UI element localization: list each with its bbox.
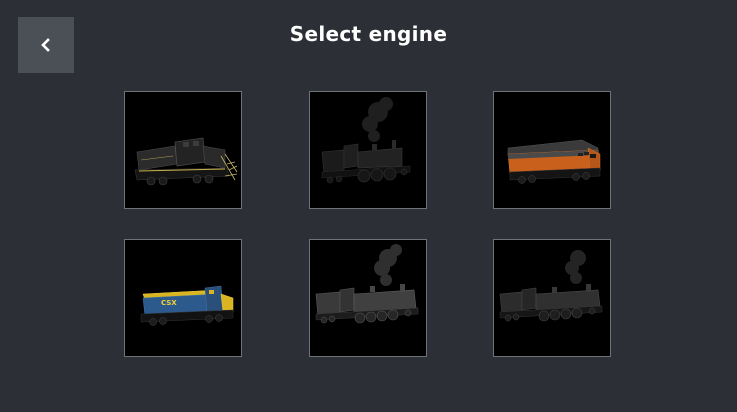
svg-text:CSX: CSX [161, 299, 177, 307]
blue-yellow-diesel-locomotive-image: CSX [125, 240, 241, 356]
engine-select-screen: Select engine CSX [0, 0, 737, 412]
engine-tile-big-steam[interactable] [309, 239, 427, 357]
engine-tile-switcher[interactable] [124, 91, 242, 209]
steam-locomotive-image [310, 92, 426, 208]
page-title: Select engine [289, 22, 448, 46]
big-steam-locomotive-dark-image [494, 240, 610, 356]
engine-tile-orange-diesel[interactable] [493, 91, 611, 209]
switcher-locomotive-image [125, 92, 241, 208]
engine-tile-big-steam-dark[interactable] [493, 239, 611, 357]
engine-tile-steam[interactable] [309, 91, 427, 209]
big-steam-locomotive-image [310, 240, 426, 356]
engine-tile-blue-yellow-diesel[interactable]: CSX [124, 239, 242, 357]
orange-diesel-locomotive-image [494, 92, 610, 208]
